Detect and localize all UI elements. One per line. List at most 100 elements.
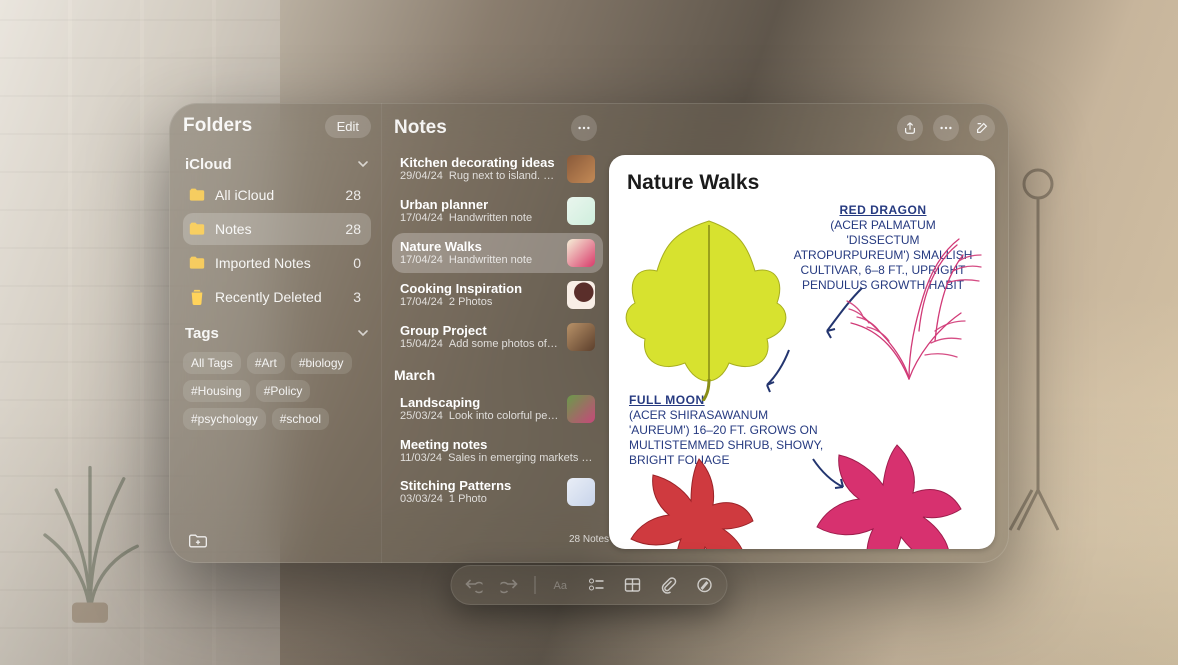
note-row-title: Nature Walks: [400, 239, 559, 254]
notes-list-title: Notes: [394, 117, 447, 139]
notes-more-button[interactable]: [571, 115, 597, 141]
note-thumbnail: [567, 395, 595, 423]
folder-label: Imported Notes: [215, 255, 343, 271]
section-heading-icloud[interactable]: iCloud: [185, 156, 369, 173]
note-row-subtitle: 11/03/24 Sales in emerging markets are t…: [400, 452, 595, 464]
svg-text:Aa: Aa: [554, 580, 568, 592]
share-button[interactable]: [897, 115, 923, 141]
arrow-icon: [807, 453, 851, 497]
note-row-title: Urban planner: [400, 197, 559, 212]
tag-chip[interactable]: #Art: [247, 352, 285, 374]
folder-icon: [189, 255, 205, 271]
note-title: Nature Walks: [627, 171, 977, 195]
notes-group-heading: March: [392, 359, 603, 387]
folder-item-imported-notes[interactable]: Imported Notes 0: [183, 247, 371, 279]
folder-icon: [189, 221, 205, 237]
format-button[interactable]: Aa: [550, 574, 572, 596]
tags-label: Tags: [185, 325, 219, 342]
tag-chip[interactable]: #Housing: [183, 380, 250, 402]
note-thumbnail: [567, 197, 595, 225]
note-row-subtitle: 25/03/24 Look into colorful perenn…: [400, 410, 559, 422]
note-row-text: Stitching Patterns 03/03/24 1 Photo: [400, 478, 559, 505]
undo-button[interactable]: [463, 574, 485, 596]
tag-chip[interactable]: #psychology: [183, 408, 266, 430]
new-folder-button[interactable]: [183, 529, 213, 553]
note-row-text: Nature Walks 17/04/24 Handwritten note: [400, 239, 559, 266]
paperclip-icon: [660, 576, 678, 594]
note-row-text: Cooking Inspiration 17/04/24 2 Photos: [400, 281, 559, 308]
note-row[interactable]: Cooking Inspiration 17/04/24 2 Photos: [392, 275, 603, 315]
leaf-illustration-yellow: [617, 211, 797, 401]
folder-label: Recently Deleted: [215, 289, 343, 305]
ellipsis-icon: [577, 121, 591, 135]
folder-label: All iCloud: [215, 187, 335, 203]
compose-button[interactable]: [969, 115, 995, 141]
folders-sidebar: Folders Edit iCloud All iCloud 28 Notes …: [169, 103, 381, 563]
redo-icon: [501, 576, 519, 594]
toolbar-divider: [535, 576, 536, 594]
format-icon: Aa: [552, 576, 570, 594]
chevron-down-icon: [357, 327, 369, 339]
note-row-text: Landscaping 25/03/24 Look into colorful …: [400, 395, 559, 422]
folder-list: All iCloud 28 Notes 28 Imported Notes 0 …: [183, 179, 371, 313]
note-row-title: Meeting notes: [400, 437, 595, 452]
section-label: iCloud: [185, 156, 232, 173]
chevron-down-icon: [357, 158, 369, 170]
notes-list-header: Notes: [392, 115, 603, 149]
note-row-text: Kitchen decorating ideas 29/04/24 Rug ne…: [400, 155, 559, 182]
note-detail-column: Nature Walks RED DRAGON (ACER PALMATUM '…: [609, 103, 1009, 563]
ellipsis-icon: [939, 121, 953, 135]
folder-item-notes[interactable]: Notes 28: [183, 213, 371, 245]
note-thumbnail: [567, 281, 595, 309]
edit-button[interactable]: Edit: [325, 115, 371, 138]
tag-chips: All Tags #Art #biology #Housing #Policy #psyc…: [183, 352, 371, 430]
notes-scroll[interactable]: Kitchen decorating ideas 29/04/24 Rug ne…: [392, 149, 603, 563]
tag-chip[interactable]: All Tags: [183, 352, 241, 374]
folder-count: 3: [353, 289, 361, 305]
redo-button[interactable]: [499, 574, 521, 596]
tag-chip[interactable]: #Policy: [256, 380, 311, 402]
note-row[interactable]: Meeting notes 11/03/24 Sales in emerging…: [392, 431, 603, 470]
note-row-title: Landscaping: [400, 395, 559, 410]
editor-toolbar: Aa: [451, 565, 728, 605]
tag-chip[interactable]: #biology: [291, 352, 352, 374]
note-row-text: Urban planner 17/04/24 Handwritten note: [400, 197, 559, 224]
note-paper[interactable]: Nature Walks RED DRAGON (ACER PALMATUM '…: [609, 155, 995, 549]
new-folder-icon: [188, 533, 208, 549]
note-row-subtitle: 03/03/24 1 Photo: [400, 493, 559, 505]
notes-app-window: Folders Edit iCloud All iCloud 28 Notes …: [169, 103, 1009, 563]
note-row-subtitle: 15/04/24 Add some photos of their…: [400, 338, 559, 350]
folder-item-recently-deleted[interactable]: Recently Deleted 3: [183, 281, 371, 313]
note-row-title: Cooking Inspiration: [400, 281, 559, 296]
detail-toolbar: [609, 103, 1009, 149]
background-lamp: [1008, 160, 1068, 540]
note-row[interactable]: Urban planner 17/04/24 Handwritten note: [392, 191, 603, 231]
folders-title: Folders: [183, 115, 252, 137]
table-button[interactable]: [622, 574, 644, 596]
checklist-icon: [588, 576, 606, 594]
note-row-subtitle: 17/04/24 Handwritten note: [400, 212, 559, 224]
folder-count: 28: [345, 221, 361, 237]
note-row-blurred: [392, 514, 603, 553]
note-thumbnail: [567, 478, 595, 506]
checklist-button[interactable]: [586, 574, 608, 596]
markup-button[interactable]: [694, 574, 716, 596]
detail-more-button[interactable]: [933, 115, 959, 141]
note-row-text: Meeting notes 11/03/24 Sales in emerging…: [400, 437, 595, 464]
note-row[interactable]: Group Project 15/04/24 Add some photos o…: [392, 317, 603, 357]
notes-list-column: Notes Kitchen decorating ideas 29/04/24 …: [381, 103, 609, 563]
note-row[interactable]: Nature Walks 17/04/24 Handwritten note: [392, 233, 603, 273]
folder-item-all-icloud[interactable]: All iCloud 28: [183, 179, 371, 211]
note-row[interactable]: Kitchen decorating ideas 29/04/24 Rug ne…: [392, 149, 603, 189]
section-heading-tags[interactable]: Tags: [185, 325, 369, 342]
note-row[interactable]: Stitching Patterns 03/03/24 1 Photo: [392, 472, 603, 512]
folder-count: 0: [353, 255, 361, 271]
background-plant: [30, 445, 150, 625]
attach-button[interactable]: [658, 574, 680, 596]
tag-chip[interactable]: #school: [272, 408, 329, 430]
note-row-title: Stitching Patterns: [400, 478, 559, 493]
sidebar-header: Folders Edit: [183, 115, 371, 138]
leaf-illustration-red-dragon: [839, 231, 989, 391]
undo-icon: [465, 576, 483, 594]
note-row[interactable]: Landscaping 25/03/24 Look into colorful …: [392, 389, 603, 429]
